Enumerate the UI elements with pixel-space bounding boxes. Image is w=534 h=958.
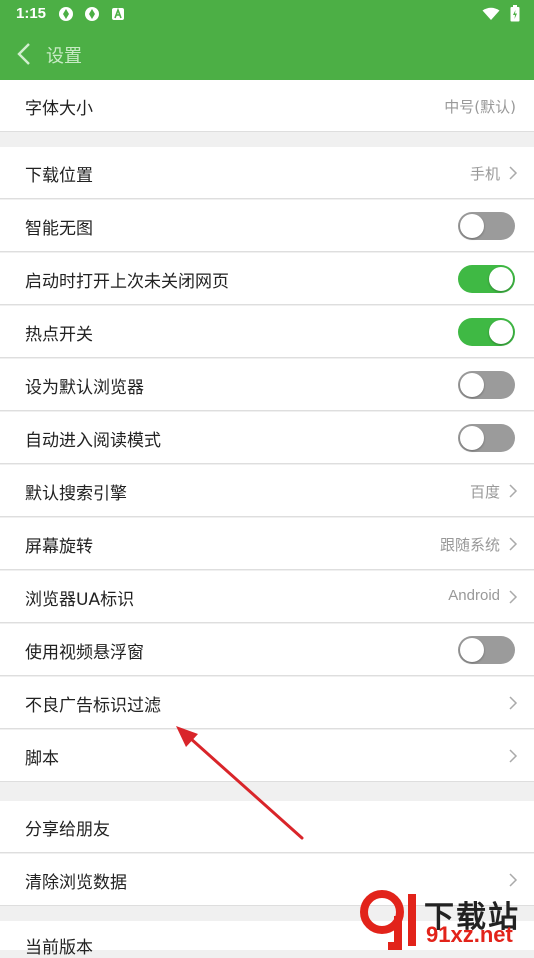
watermark-logo: 下载站 91xz.net xyxy=(358,886,528,950)
annotation-arrow xyxy=(176,726,304,840)
watermark-text-bottom: 91xz.net xyxy=(426,922,513,947)
watermark-emblem-icon xyxy=(360,890,416,950)
